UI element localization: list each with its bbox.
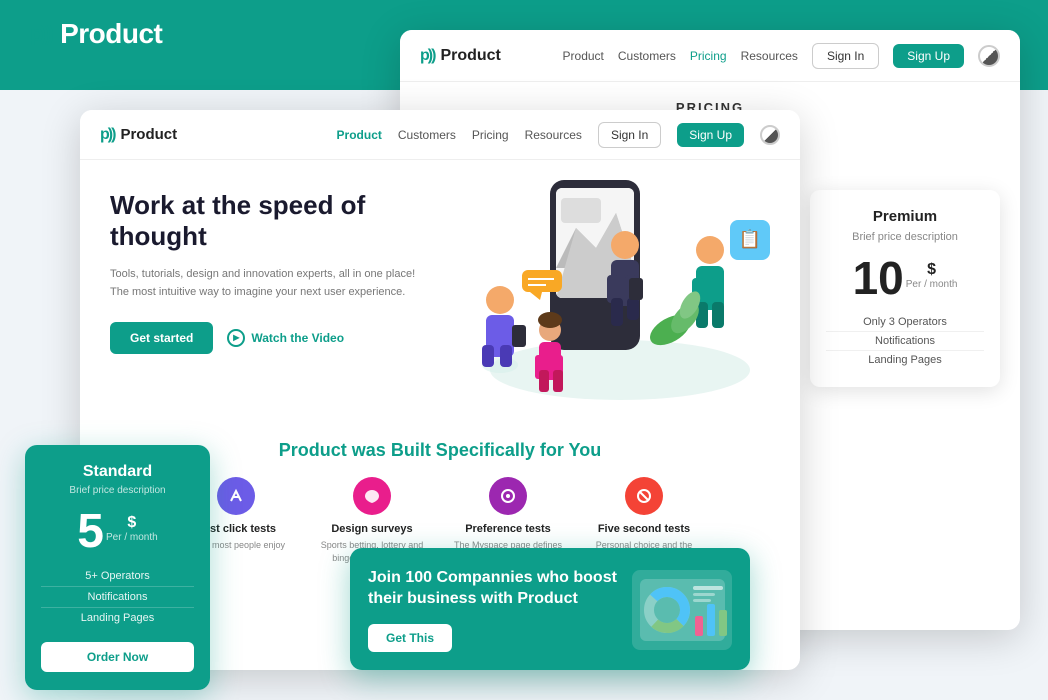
- illustration-people-svg: 📋: [470, 170, 780, 410]
- standard-desc: Brief price description: [41, 485, 194, 496]
- feature-name-3: Preference tests: [465, 523, 551, 535]
- back-nav-resources[interactable]: Resources: [741, 49, 798, 63]
- front-nav-pricing[interactable]: Pricing: [472, 128, 509, 142]
- premium-dollar: $: [906, 261, 958, 279]
- back-signup-button[interactable]: Sign Up: [893, 44, 964, 68]
- hero-section: Work at the speed of thought Tools, tuto…: [80, 160, 800, 420]
- premium-period: Per / month: [906, 279, 958, 290]
- premium-features-list: Only 3 Operators Notifications Landing P…: [826, 313, 984, 369]
- hero-title: Work at the speed of thought: [110, 190, 430, 252]
- standard-dollar: $: [106, 514, 158, 532]
- cta-title: Join 100 Compannies who boost their busi…: [368, 568, 618, 610]
- features-title-rest: was Built Specifically for You: [352, 440, 601, 460]
- cta-text-block: Join 100 Compannies who boost their busi…: [368, 568, 618, 652]
- cta-chart-svg: [635, 574, 730, 646]
- premium-price-details: $ Per / month: [906, 255, 958, 290]
- feature-icon-surveys: [353, 477, 391, 515]
- front-theme-toggle[interactable]: [760, 125, 780, 145]
- premium-title: Premium: [826, 208, 984, 225]
- feature-icon-five-second: [625, 477, 663, 515]
- standard-pricing-card: Standard Brief price description 5 $ Per…: [25, 445, 210, 690]
- back-nav-links: Product Customers Pricing Resources Sign…: [563, 43, 1000, 69]
- standard-period: Per / month: [106, 532, 158, 543]
- premium-price-number: 10: [853, 255, 904, 301]
- watch-video-label: Watch the Video: [251, 331, 344, 345]
- premium-feature-3: Landing Pages: [826, 351, 984, 369]
- standard-price-row: 5 $ Per / month: [41, 508, 194, 556]
- front-signup-button[interactable]: Sign Up: [677, 123, 744, 147]
- hero-illustration: 📋: [470, 170, 780, 410]
- premium-price-row: 10 $ Per / month: [826, 255, 984, 301]
- back-theme-toggle[interactable]: [978, 45, 1000, 67]
- order-now-button[interactable]: Order Now: [41, 642, 194, 672]
- feature-name-4: Five second tests: [598, 523, 690, 535]
- back-nav-product[interactable]: Product: [563, 49, 604, 63]
- premium-feature-1: Only 3 Operators: [826, 313, 984, 332]
- features-title-product: Product: [279, 440, 352, 460]
- back-nav-pricing[interactable]: Pricing: [690, 49, 727, 63]
- standard-feature-1: 5+ Operators: [41, 566, 194, 587]
- standard-feature-2: Notifications: [41, 587, 194, 608]
- back-nav-customers[interactable]: Customers: [618, 49, 676, 63]
- svg-text:📋: 📋: [739, 228, 761, 249]
- premium-desc: Brief price description: [826, 231, 984, 243]
- front-nav-product[interactable]: Product: [337, 128, 382, 142]
- back-navbar: p)) Product Product Customers Pricing Re…: [400, 30, 1020, 82]
- top-logo-icon: p)): [30, 21, 52, 47]
- back-logo-text: Product: [440, 47, 500, 65]
- standard-title: Standard: [41, 463, 194, 481]
- top-logo: p)) Product: [30, 18, 162, 50]
- back-logo-icon: p)): [420, 47, 434, 65]
- front-navbar: p)) Product Product Customers Pricing Re…: [80, 110, 800, 160]
- feature-name-2: Design surveys: [331, 523, 412, 535]
- watch-video-button[interactable]: ▶ Watch the Video: [227, 329, 344, 347]
- hero-subtitle: Tools, tutorials, design and innovation …: [110, 266, 430, 301]
- standard-features-list: 5+ Operators Notifications Landing Pages: [41, 566, 194, 628]
- cta-visual: [632, 570, 732, 650]
- standard-price-details: $ Per / month: [106, 508, 158, 543]
- hero-buttons: Get started ▶ Watch the Video: [110, 322, 430, 354]
- front-logo-icon: p)): [100, 126, 114, 144]
- standard-feature-3: Landing Pages: [41, 608, 194, 628]
- back-signin-button[interactable]: Sign In: [812, 43, 879, 69]
- get-this-button[interactable]: Get This: [368, 624, 452, 652]
- top-logo-text: Product: [60, 18, 162, 50]
- standard-price-number: 5: [77, 508, 104, 556]
- feature-icon-first-click: [217, 477, 255, 515]
- front-logo: p)) Product: [100, 126, 177, 144]
- feature-icon-preference: [489, 477, 527, 515]
- premium-feature-2: Notifications: [826, 332, 984, 351]
- front-nav-links: Product Customers Pricing Resources Sign…: [337, 122, 780, 148]
- front-nav-resources[interactable]: Resources: [525, 128, 582, 142]
- front-signin-button[interactable]: Sign In: [598, 122, 661, 148]
- get-started-button[interactable]: Get started: [110, 322, 213, 354]
- back-logo: p)) Product: [420, 47, 501, 65]
- play-icon: ▶: [227, 329, 245, 347]
- cta-card: Join 100 Compannies who boost their busi…: [350, 548, 750, 670]
- front-logo-text: Product: [120, 126, 177, 143]
- front-nav-customers[interactable]: Customers: [398, 128, 456, 142]
- premium-card: Premium Brief price description 10 $ Per…: [810, 190, 1000, 387]
- hero-text-block: Work at the speed of thought Tools, tuto…: [110, 190, 430, 420]
